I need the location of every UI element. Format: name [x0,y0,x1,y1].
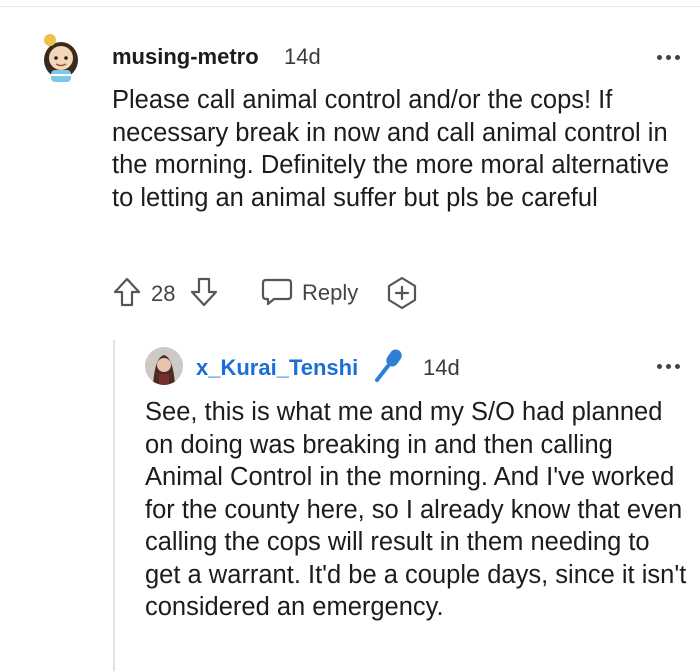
snoo-avatar-icon[interactable] [34,30,88,84]
comment-body: Please call animal control and/or the co… [112,86,670,212]
reply-button-label: Reply [302,280,359,305]
reply-username[interactable]: x_Kurai_Tenshi [196,355,358,381]
thread-line[interactable] [113,340,115,671]
vote-count: 28 [151,281,176,306]
comment-username[interactable]: musing-metro [112,44,259,70]
add-award-icon[interactable] [385,276,419,315]
comment-timestamp: 14d [284,44,321,69]
reply-body: See, this is what me and my S/O had plan… [145,398,687,621]
reply-timestamp: 14d [423,355,460,380]
more-options-icon[interactable] [657,362,681,370]
downvote-arrow-icon[interactable] [189,276,219,313]
upvote-arrow-icon[interactable] [112,276,142,313]
more-options-icon[interactable] [657,53,681,61]
microphone-icon [372,346,408,389]
user-avatar-icon[interactable] [145,347,183,385]
speech-bubble-icon [260,276,294,313]
reply-button[interactable]: Reply [260,276,366,308]
divider [0,6,700,7]
